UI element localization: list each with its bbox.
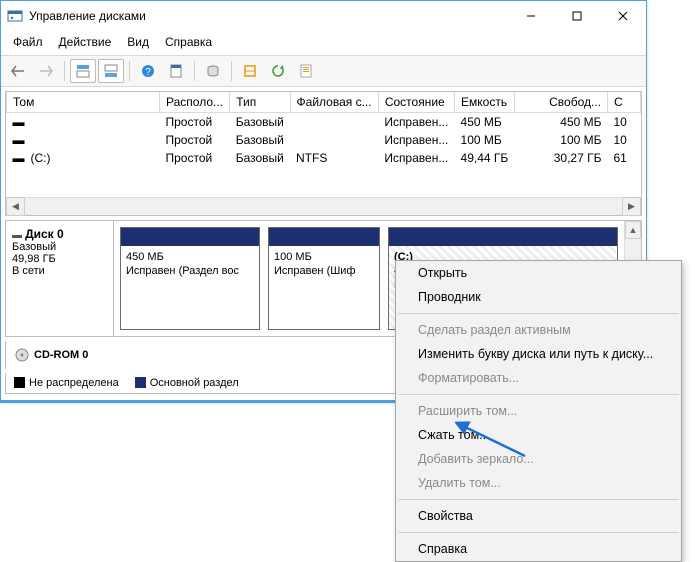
ctx-make-active: Сделать раздел активным bbox=[396, 318, 681, 342]
scroll-left-icon[interactable]: ◀ bbox=[6, 197, 25, 216]
view-top-button[interactable] bbox=[70, 59, 96, 83]
annotation-arrow-icon bbox=[455, 421, 535, 461]
window-controls bbox=[508, 1, 646, 31]
svg-text:?: ? bbox=[145, 67, 151, 78]
properties-button[interactable] bbox=[293, 59, 319, 83]
ctx-help[interactable]: Справка bbox=[396, 537, 681, 561]
col-free[interactable]: Свобод... bbox=[515, 92, 608, 113]
close-button[interactable] bbox=[600, 1, 646, 31]
h-scrollbar[interactable]: ◀ ▶ bbox=[6, 197, 641, 215]
view-bottom-button[interactable] bbox=[98, 59, 124, 83]
forward-button[interactable] bbox=[33, 59, 59, 83]
ctx-explorer[interactable]: Проводник bbox=[396, 285, 681, 309]
disk-label[interactable]: ▬ Диск 0 Базовый 49,98 ГБ В сети bbox=[6, 221, 114, 336]
col-layout[interactable]: Располо... bbox=[160, 92, 230, 113]
col-fs[interactable]: Файловая с... bbox=[290, 92, 378, 113]
action-button[interactable] bbox=[237, 59, 263, 83]
app-icon bbox=[7, 8, 23, 24]
ctx-format: Форматировать... bbox=[396, 366, 681, 390]
table-row[interactable]: ▬(C:) Простой Базовый NTFS Исправен... 4… bbox=[7, 149, 641, 167]
col-pct[interactable]: С bbox=[608, 92, 641, 113]
menu-help[interactable]: Справка bbox=[159, 33, 218, 51]
settings-button[interactable] bbox=[163, 59, 189, 83]
minimize-button[interactable] bbox=[508, 1, 554, 31]
table-row[interactable]: ▬ Простой Базовый Исправен... 100 МБ 100… bbox=[7, 131, 641, 149]
ctx-shrink[interactable]: Сжать том... bbox=[396, 423, 681, 447]
menu-file[interactable]: Файл bbox=[7, 33, 49, 51]
scroll-up-icon[interactable]: ▲ bbox=[625, 221, 641, 239]
maximize-button[interactable] bbox=[554, 1, 600, 31]
col-capacity[interactable]: Емкость bbox=[455, 92, 515, 113]
disk-list-button[interactable] bbox=[200, 59, 226, 83]
help-button[interactable]: ? bbox=[135, 59, 161, 83]
legend-swatch-unallocated bbox=[14, 377, 25, 388]
partition-recovery[interactable]: 450 МБ Исправен (Раздел вос bbox=[120, 227, 260, 330]
refresh-button[interactable] bbox=[265, 59, 291, 83]
disk-icon: ▬ bbox=[12, 230, 22, 241]
toolbar: ? bbox=[1, 55, 646, 87]
window-title: Управление дисками bbox=[29, 9, 508, 23]
menubar: Файл Действие Вид Справка bbox=[1, 31, 646, 55]
scroll-right-icon[interactable]: ▶ bbox=[622, 197, 641, 216]
ctx-add-mirror: Добавить зеркало... bbox=[396, 447, 681, 471]
legend-swatch-primary bbox=[135, 377, 146, 388]
ctx-extend: Расширить том... bbox=[396, 399, 681, 423]
cdrom-icon bbox=[14, 347, 30, 363]
menu-action[interactable]: Действие bbox=[53, 33, 118, 51]
col-state[interactable]: Состояние bbox=[378, 92, 454, 113]
col-type[interactable]: Тип bbox=[230, 92, 290, 113]
ctx-change-letter[interactable]: Изменить букву диска или путь к диску... bbox=[396, 342, 681, 366]
cdrom-label[interactable]: CD-ROM 0 bbox=[34, 349, 88, 361]
drive-icon: ▬ bbox=[13, 151, 31, 165]
drive-icon: ▬ bbox=[13, 115, 31, 129]
ctx-delete: Удалить том... bbox=[396, 471, 681, 495]
col-volume[interactable]: Том bbox=[7, 92, 160, 113]
drive-icon: ▬ bbox=[13, 133, 31, 147]
table-row[interactable]: ▬ Простой Базовый Исправен... 450 МБ 450… bbox=[7, 113, 641, 131]
titlebar[interactable]: Управление дисками bbox=[1, 1, 646, 31]
volume-list-pane: Том Располо... Тип Файловая с... Состоян… bbox=[5, 91, 642, 216]
volume-table[interactable]: Том Располо... Тип Файловая с... Состоян… bbox=[6, 92, 641, 197]
ctx-open[interactable]: Открыть bbox=[396, 261, 681, 285]
ctx-properties[interactable]: Свойства bbox=[396, 504, 681, 528]
menu-view[interactable]: Вид bbox=[121, 33, 155, 51]
partition-efi[interactable]: 100 МБ Исправен (Шиф bbox=[268, 227, 380, 330]
context-menu: Открыть Проводник Сделать раздел активны… bbox=[395, 260, 682, 562]
back-button[interactable] bbox=[5, 59, 31, 83]
